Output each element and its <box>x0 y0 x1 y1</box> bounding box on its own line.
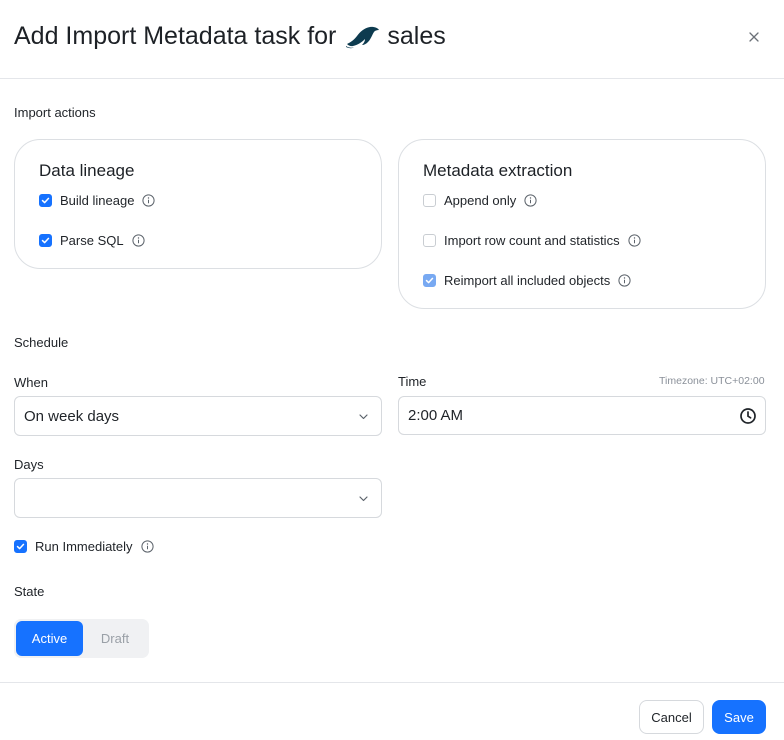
schedule-label: Schedule <box>14 335 69 350</box>
dialog-footer: Cancel Save <box>0 682 784 740</box>
time-input[interactable]: 2:00 AM <box>398 396 766 435</box>
import-actions-label: Import actions <box>14 105 96 120</box>
run-immediately-option[interactable]: Run Immediately <box>14 539 154 554</box>
build-lineage-label: Build lineage <box>60 193 135 208</box>
info-icon[interactable] <box>524 194 537 207</box>
build-lineage-checkbox[interactable] <box>39 194 52 207</box>
time-value: 2:00 AM <box>408 407 464 424</box>
days-label: Days <box>14 457 44 472</box>
reimport-all-label: Reimport all included objects <box>444 273 611 288</box>
reimport-all-checkbox[interactable] <box>423 274 436 287</box>
dialog-title-text: Add Import Metadata task for <box>14 21 337 50</box>
state-toggle-group: Active Draft <box>14 619 149 658</box>
clock-icon[interactable] <box>739 407 757 425</box>
run-immediately-label: Run Immediately <box>35 539 133 554</box>
dialog-title: Add Import Metadata task for sales <box>14 20 446 52</box>
info-icon[interactable] <box>627 234 641 247</box>
append-only-checkbox[interactable] <box>423 194 436 207</box>
append-only-label: Append only <box>444 193 517 208</box>
database-name: sales <box>387 21 446 50</box>
days-select[interactable] <box>14 478 382 518</box>
timezone-label: Timezone: UTC+02:00 <box>659 375 765 387</box>
when-select[interactable]: On week days <box>14 396 382 436</box>
when-label: When <box>14 375 48 390</box>
close-icon <box>749 32 759 42</box>
parse-sql-option[interactable]: Parse SQL <box>39 233 145 248</box>
state-draft-button[interactable]: Draft <box>83 621 147 656</box>
import-row-count-option[interactable]: Import row count and statistics <box>423 233 641 248</box>
dialog-header: Add Import Metadata task for sales <box>0 0 784 79</box>
checkmark-icon <box>425 277 434 284</box>
save-button[interactable]: Save <box>712 700 766 734</box>
state-label: State <box>14 584 45 599</box>
cancel-button[interactable]: Cancel <box>639 700 704 734</box>
state-active-button[interactable]: Active <box>16 621 83 656</box>
checkmark-icon <box>41 197 50 204</box>
parse-sql-checkbox[interactable] <box>39 234 52 247</box>
build-lineage-option[interactable]: Build lineage <box>39 193 156 208</box>
checkmark-icon <box>41 237 50 244</box>
reimport-all-option[interactable]: Reimport all included objects <box>423 273 631 288</box>
metadata-extraction-card: Metadata extraction Append only Import r… <box>398 139 766 309</box>
info-icon[interactable] <box>142 194 156 207</box>
checkmark-icon <box>16 543 25 550</box>
info-icon[interactable] <box>618 274 631 287</box>
run-immediately-checkbox[interactable] <box>14 540 27 553</box>
chevron-down-icon <box>359 413 368 419</box>
append-only-option[interactable]: Append only <box>423 193 537 208</box>
close-button[interactable] <box>745 28 763 46</box>
mariadb-seal-icon <box>346 26 380 49</box>
when-value: On week days <box>24 407 120 425</box>
parse-sql-label: Parse SQL <box>60 233 124 248</box>
metadata-extraction-title: Metadata extraction <box>423 161 573 180</box>
time-label: Time <box>398 374 427 389</box>
chevron-down-icon <box>359 495 368 501</box>
import-row-count-checkbox[interactable] <box>423 234 436 247</box>
data-lineage-title: Data lineage <box>39 161 135 180</box>
data-lineage-card: Data lineage Build lineage Parse SQL <box>14 139 382 269</box>
info-icon[interactable] <box>131 234 145 247</box>
info-icon[interactable] <box>140 540 154 553</box>
import-row-count-label: Import row count and statistics <box>444 233 620 248</box>
